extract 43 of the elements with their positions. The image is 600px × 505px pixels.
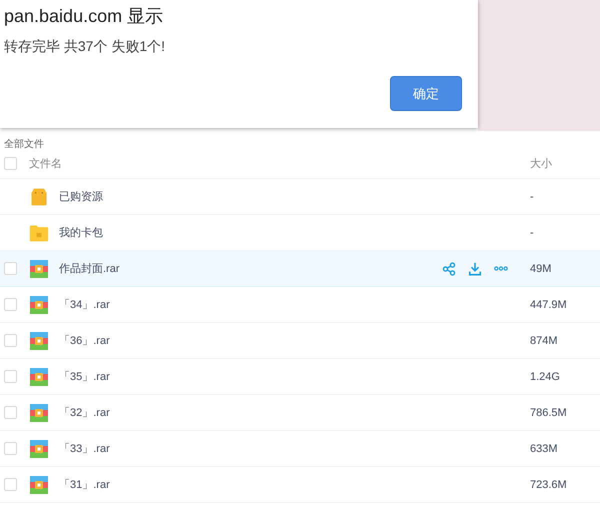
breadcrumb[interactable]: 全部文件	[0, 131, 44, 149]
file-name[interactable]: 「31」.rar	[59, 477, 110, 492]
file-size: 723.6M	[530, 478, 568, 490]
file-size: 49M	[530, 262, 552, 274]
archive-icon	[29, 474, 49, 494]
archive-icon	[29, 402, 49, 422]
row-checkbox[interactable]	[4, 370, 17, 383]
file-size: 447.9M	[530, 298, 568, 310]
file-name[interactable]: 我的卡包	[59, 225, 103, 240]
file-size: -	[530, 226, 535, 238]
file-size: 874M	[530, 334, 559, 346]
archive-icon	[29, 258, 49, 278]
archive-icon	[29, 330, 49, 350]
folder-icon	[29, 222, 49, 242]
file-size: 786.5M	[530, 406, 568, 418]
row-checkbox[interactable]	[4, 406, 17, 419]
row-checkbox[interactable]	[4, 262, 17, 275]
file-size: 1.24G	[530, 370, 561, 382]
row-checkbox[interactable]	[4, 478, 17, 491]
file-name[interactable]: 已购资源	[59, 189, 103, 204]
file-name[interactable]: 「36」.rar	[59, 333, 110, 348]
shopping-bag-icon	[29, 186, 49, 206]
dialog-message: 转存完毕 共37个 失败1个!	[4, 38, 166, 56]
file-size: 633M	[530, 442, 559, 454]
row-checkbox[interactable]	[4, 298, 17, 311]
file-name[interactable]: 「34」.rar	[59, 297, 110, 312]
share-icon[interactable]	[442, 262, 456, 276]
column-header[interactable]: 大小	[530, 156, 600, 171]
column-header[interactable]: 文件名	[29, 156, 62, 171]
archive-icon	[29, 366, 49, 386]
file-name[interactable]: 作品封面.rar	[59, 261, 120, 276]
file-name[interactable]: 「33」.rar	[59, 441, 110, 456]
download-icon[interactable]	[468, 262, 482, 276]
more-icon[interactable]	[494, 266, 508, 271]
row-checkbox[interactable]	[4, 334, 17, 347]
file-name[interactable]: 「35」.rar	[59, 369, 110, 384]
select-all-checkbox[interactable]	[4, 157, 17, 170]
file-name[interactable]: 「32」.rar	[59, 405, 110, 420]
row-checkbox[interactable]	[4, 442, 17, 455]
dialog-title: pan.baidu.com 显示	[4, 5, 164, 28]
archive-icon	[29, 438, 49, 458]
archive-icon	[29, 294, 49, 314]
file-size: -	[530, 190, 535, 202]
